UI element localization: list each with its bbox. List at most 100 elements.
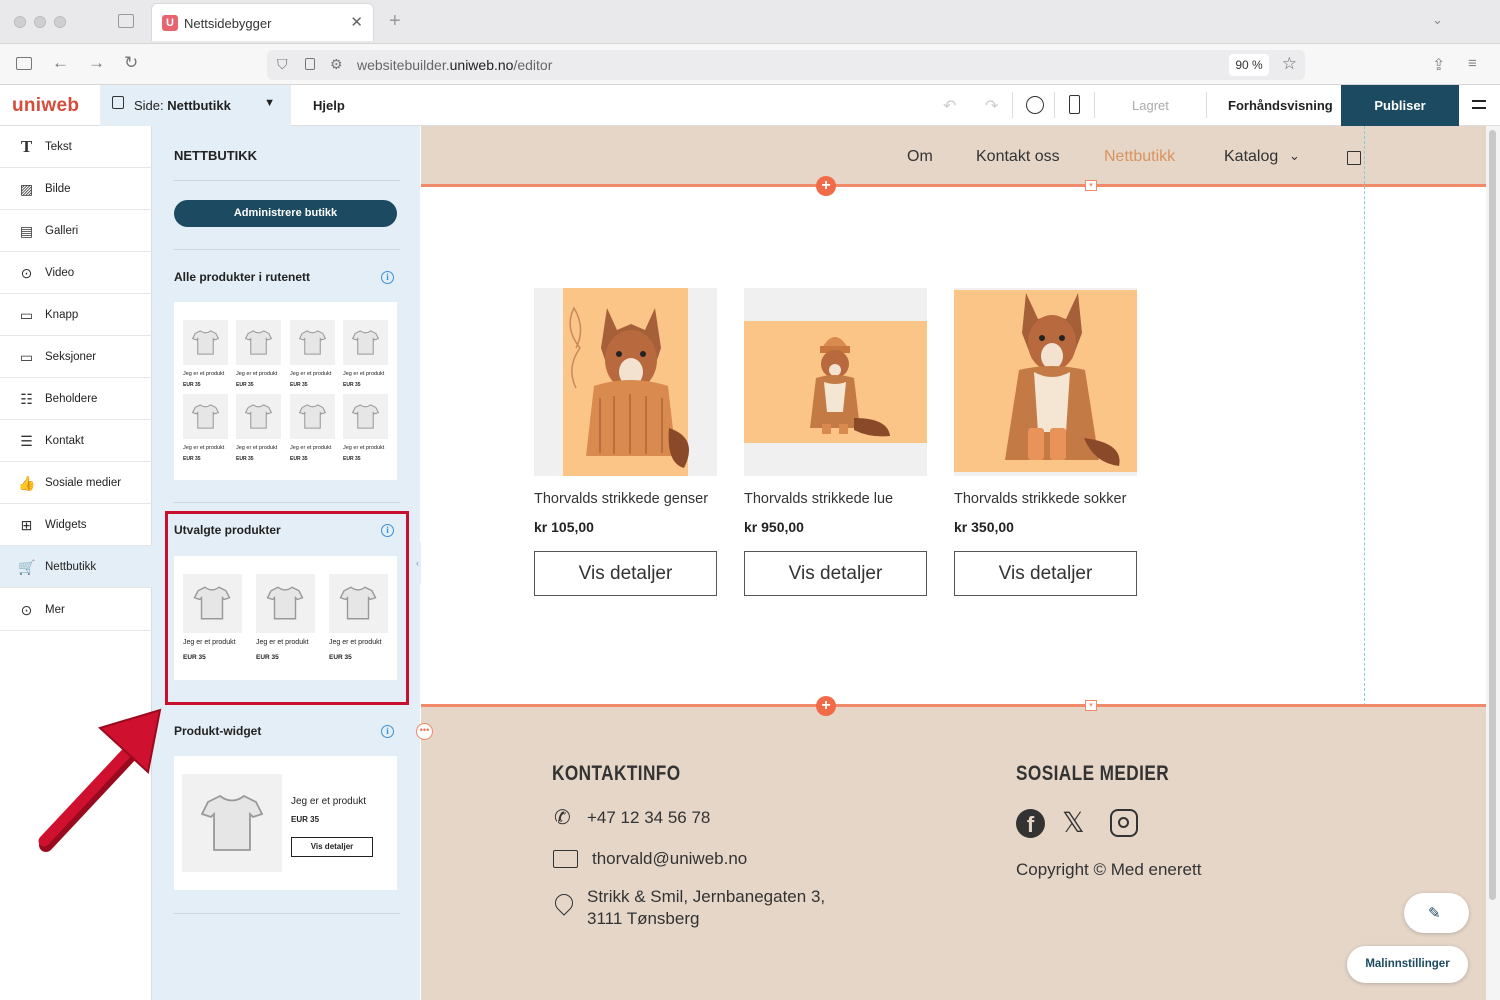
sidebar-item-mer[interactable]: ⊙ Mer — [0, 589, 152, 631]
mini-product — [182, 774, 282, 872]
site-header — [421, 126, 1486, 185]
tshirt-icon — [298, 404, 327, 429]
element-sidebar: T Tekst ▨ Bilde ▤ Galleri ⊙ Video ▭ Knapp ▭ Se… — [0, 126, 152, 1000]
menu-item-nettbutikk[interactable]: Nettbutikk — [1104, 148, 1175, 166]
tab-list-chevron-icon[interactable]: ⌄ — [1432, 12, 1443, 28]
site-settings-icon[interactable]: ⚙ — [330, 56, 343, 73]
close-tab-icon[interactable]: ✕ — [350, 13, 363, 31]
scrollbar-thumb[interactable] — [1489, 130, 1496, 900]
hamburger-menu-icon[interactable] — [1472, 100, 1486, 109]
lock-icon[interactable] — [305, 58, 315, 70]
instagram-icon[interactable] — [1110, 809, 1138, 837]
section-options-icon[interactable]: ▾ — [1085, 180, 1097, 191]
product-price: kr 950,00 — [744, 519, 804, 535]
product-widget[interactable]: Jeg er et produkt EUR 35 Vis detaljer — [174, 756, 397, 890]
address-bar[interactable]: ⛉ ⚙ websitebuilder.uniweb.no/editor 90 %… — [267, 50, 1305, 80]
tshirt-icon — [191, 330, 220, 355]
history-icon[interactable] — [1026, 96, 1044, 114]
view-details-button[interactable]: Vis detaljer — [954, 551, 1137, 596]
preview-button[interactable]: Forhåndsvisning — [1228, 98, 1333, 113]
new-tab-icon[interactable]: + — [389, 10, 401, 33]
sidebar-item-bilde[interactable]: ▨ Bilde — [0, 168, 152, 210]
reload-icon[interactable]: ↻ — [124, 53, 138, 73]
shopping-bag-icon[interactable] — [1347, 151, 1361, 165]
mini-product — [290, 394, 335, 439]
sidebar-item-sosiale-medier[interactable]: 👍 Sosiale medier — [0, 462, 152, 504]
close-window-button[interactable] — [14, 16, 26, 28]
sidebar-item-video[interactable]: ⊙ Video — [0, 252, 152, 294]
highlight-box — [165, 511, 409, 705]
sidebar-item-label: Knapp — [45, 309, 79, 321]
mini-product — [236, 320, 281, 365]
x-twitter-icon[interactable]: 𝕏 — [1062, 806, 1085, 839]
chevron-down-icon[interactable]: ⌄ — [1289, 148, 1300, 164]
phone-icon: ✆ — [554, 807, 571, 829]
mini-product — [290, 320, 335, 365]
favicon-icon: U — [162, 15, 178, 31]
forward-icon[interactable]: → — [88, 53, 105, 73]
product-image-hat[interactable] — [744, 288, 927, 476]
design-tools-button[interactable]: ✎ — [1404, 893, 1469, 933]
page-selector[interactable]: Side: Nettbutikk ▼ — [100, 85, 291, 126]
email-icon — [553, 850, 578, 868]
back-icon[interactable]: ← — [52, 53, 69, 73]
bookmark-star-icon[interactable]: ☆ — [1282, 54, 1297, 74]
menu-item-om[interactable]: Om — [907, 148, 933, 166]
menu-item-kontakt-oss[interactable]: Kontakt oss — [976, 148, 1060, 166]
contact-email[interactable]: thorvald@uniweb.no — [592, 849, 747, 869]
tab-overview-icon[interactable] — [118, 14, 134, 28]
view-details-button[interactable]: Vis detaljer — [534, 551, 717, 596]
dog-hat-image — [744, 321, 927, 443]
tab-title: Nettsidebygger — [184, 16, 272, 31]
sidebar-item-label: Mer — [45, 604, 65, 616]
section-title-widget: Produkt-widget — [174, 724, 262, 738]
publish-button[interactable]: Publiser — [1341, 85, 1459, 126]
containers-icon: ☷ — [20, 391, 33, 407]
sidebar-item-widgets[interactable]: ⊞ Widgets — [0, 504, 152, 546]
template-settings-button[interactable]: Malinnstillinger — [1347, 946, 1468, 983]
help-menu[interactable]: Hjelp — [313, 98, 345, 113]
browser-tab[interactable]: U Nettsidebygger ✕ — [151, 3, 374, 41]
info-icon[interactable]: i — [381, 271, 394, 284]
section-options-icon[interactable]: ▾ — [1085, 700, 1097, 711]
sidebar-item-beholdere[interactable]: ☷ Beholdere — [0, 378, 152, 420]
add-section-icon[interactable]: + — [816, 176, 836, 196]
sidebar-item-knapp[interactable]: ▭ Knapp — [0, 294, 152, 336]
undo-icon[interactable]: ↶ — [943, 96, 956, 116]
maximize-window-button[interactable] — [54, 16, 66, 28]
product-name[interactable]: Thorvalds strikkede genser — [534, 491, 708, 507]
minimize-window-button[interactable] — [34, 16, 46, 28]
info-icon[interactable]: i — [381, 725, 394, 738]
mobile-view-icon[interactable] — [1069, 95, 1080, 114]
product-name[interactable]: Thorvalds strikkede sokker — [954, 491, 1126, 507]
redo-icon[interactable]: ↷ — [985, 96, 998, 116]
facebook-icon[interactable]: f — [1016, 809, 1045, 838]
url-text[interactable]: websitebuilder.uniweb.no/editor — [357, 57, 552, 73]
mini-product-name: Jeg er et produkt — [236, 371, 278, 377]
shield-icon[interactable]: ⛉ — [277, 56, 288, 73]
view-details-button[interactable]: Vis detaljer — [744, 551, 927, 596]
sidebar-item-kontakt[interactable]: ☰ Kontakt — [0, 420, 152, 462]
mini-product — [183, 320, 228, 365]
product-image-sweater[interactable] — [534, 288, 717, 476]
sidebar-toggle-icon[interactable] — [16, 57, 32, 70]
section-more-icon[interactable]: ••• — [416, 723, 433, 740]
add-section-icon[interactable]: + — [816, 696, 836, 716]
grid-products-widget[interactable]: Jeg er et produkt Jeg er et produkt Jeg … — [174, 302, 397, 480]
zoom-level[interactable]: 90 % — [1229, 54, 1269, 76]
mini-product-price: EUR 35 — [236, 382, 254, 388]
sidebar-item-nettbutikk[interactable]: 🛒 Nettbutikk — [0, 546, 152, 588]
reader-menu-icon[interactable]: ≡ — [1468, 55, 1477, 72]
sidebar-item-seksjoner[interactable]: ▭ Seksjoner — [0, 336, 152, 378]
menu-item-katalog[interactable]: Katalog — [1224, 148, 1278, 166]
contact-phone[interactable]: +47 12 34 56 78 — [587, 808, 710, 828]
share-icon[interactable]: ⇪ — [1432, 55, 1445, 75]
admin-store-button[interactable]: Administrere butikk — [174, 200, 397, 227]
sidebar-item-tekst[interactable]: T Tekst — [0, 126, 152, 168]
product-name[interactable]: Thorvalds strikkede lue — [744, 491, 893, 507]
divider — [174, 180, 400, 181]
vertical-scrollbar[interactable] — [1486, 126, 1500, 1000]
product-image-socks[interactable] — [954, 288, 1137, 476]
mini-product-name: Jeg er et produkt — [343, 445, 385, 451]
sidebar-item-galleri[interactable]: ▤ Galleri — [0, 210, 152, 252]
